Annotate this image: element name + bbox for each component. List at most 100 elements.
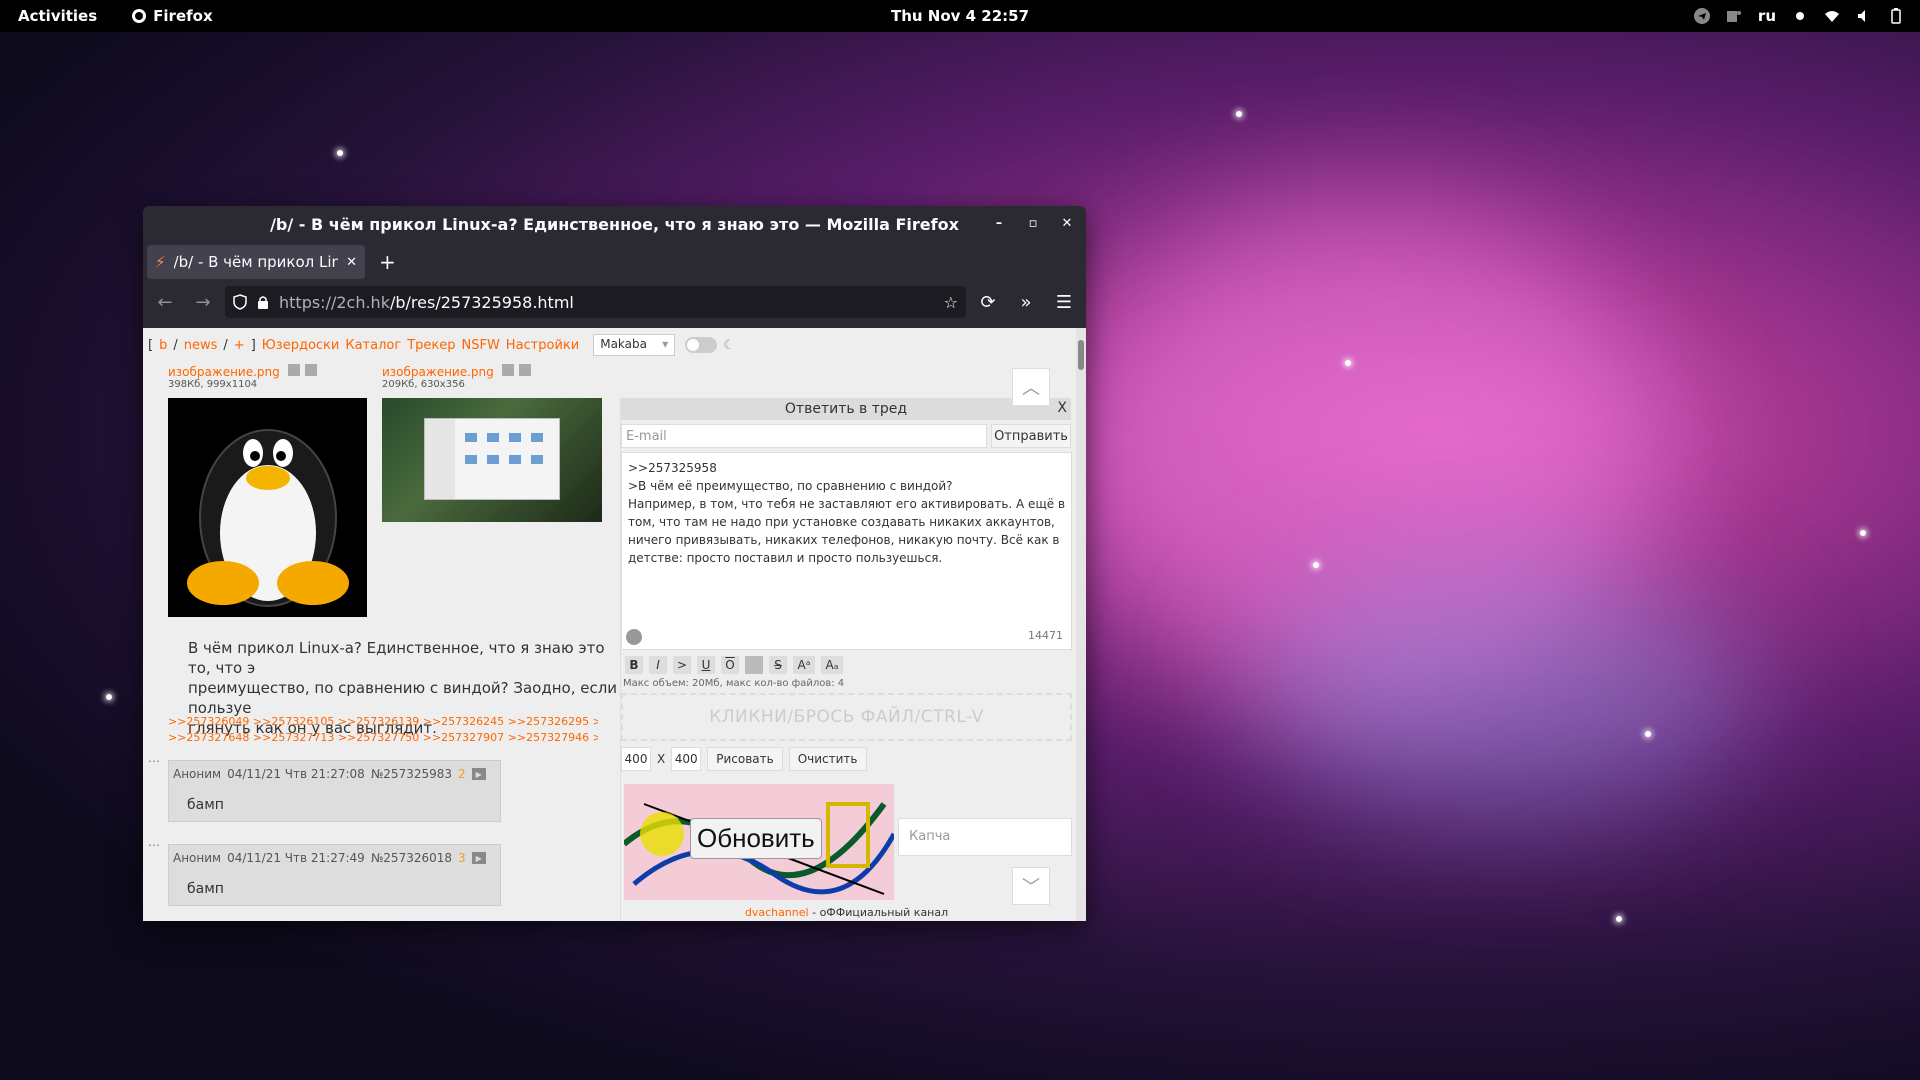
app-menu[interactable]: Firefox — [131, 7, 213, 25]
close-window-button[interactable]: ✕ — [1056, 212, 1078, 234]
theme-toggle[interactable] — [685, 337, 718, 353]
post-index: 2 — [458, 767, 466, 781]
board-link-plus[interactable]: + — [234, 338, 245, 353]
post-number[interactable]: №257325983 — [371, 767, 452, 781]
clear-button[interactable]: Очистить — [788, 747, 867, 771]
spoiler-button[interactable] — [745, 656, 763, 674]
minimize-button[interactable]: – — [988, 212, 1010, 234]
post-menu-icon[interactable]: ⋯ — [148, 838, 160, 852]
scroll-up-button[interactable]: ︿ — [1012, 368, 1050, 406]
strike-button[interactable]: S — [769, 656, 787, 674]
close-tab-icon[interactable]: ✕ — [346, 255, 357, 270]
quote-button[interactable]: > — [673, 656, 691, 674]
favicon-icon: ⚡ — [155, 253, 166, 271]
brightness-icon[interactable] — [1792, 8, 1808, 24]
overflow-menu-button[interactable]: » — [1010, 286, 1042, 318]
new-tab-button[interactable]: + — [379, 250, 396, 274]
separator: / — [223, 337, 228, 353]
smile-icon[interactable] — [626, 629, 642, 645]
separator: / — [173, 337, 178, 353]
overline-button[interactable]: O — [721, 656, 739, 674]
back-button[interactable]: ← — [149, 286, 181, 318]
desktop-screenshot-image[interactable] — [382, 398, 602, 522]
shield-icon[interactable] — [233, 294, 247, 310]
style-select[interactable]: Makaba ▾ — [593, 334, 676, 356]
message-line: том, что там не надо при установке созда… — [628, 515, 1055, 529]
email-field[interactable]: E-mail — [621, 424, 987, 448]
download-icon[interactable] — [519, 364, 532, 376]
reply-form-title: Ответить в тред — [784, 401, 908, 417]
nav-link-catalog[interactable]: Каталог — [345, 338, 401, 353]
bookmark-star-icon[interactable]: ☆ — [944, 293, 958, 312]
nav-link-settings[interactable]: Настройки — [506, 338, 579, 353]
scroll-down-button[interactable]: ﹀ — [1012, 867, 1050, 905]
hamburger-menu-button[interactable]: ☰ — [1048, 286, 1080, 318]
underline-button[interactable]: U — [697, 656, 715, 674]
draw-controls: 400 X 400 Рисовать Очистить — [621, 747, 1071, 771]
reply-form-close-button[interactable]: X — [1057, 400, 1067, 416]
tab-thread[interactable]: ⚡ /b/ - В чём прикол Linux-а? ✕ — [147, 245, 365, 279]
file-drop-zone[interactable]: КЛИКНИ/БРОСЬ ФАЙЛ/CTRL-V — [621, 693, 1072, 741]
search-icon[interactable] — [501, 364, 514, 376]
send-button[interactable]: Отправить — [991, 424, 1071, 448]
maximize-button[interactable]: ▫ — [1022, 212, 1044, 234]
battery-icon[interactable] — [1888, 8, 1904, 24]
reload-button[interactable]: ⟳ — [972, 286, 1004, 318]
chevron-down-icon: ▾ — [662, 337, 669, 351]
captcha-refresh-button[interactable]: Обновить — [690, 818, 822, 859]
op-replies[interactable]: >>257326049 >>257326105 >>257326139 >>25… — [168, 714, 598, 746]
post-author: Аноним — [173, 851, 222, 865]
post: Аноним 04/11/21 Чтв 21:27:08 №257325983 … — [168, 760, 501, 822]
post-menu-icon[interactable]: ⋯ — [148, 754, 160, 768]
play-icon[interactable]: ▶ — [471, 852, 486, 864]
file-meta-2: 209Кб, 630x356 — [382, 379, 465, 390]
draw-button[interactable]: Рисовать — [707, 747, 783, 771]
telegram-icon[interactable] — [1693, 8, 1710, 24]
url-bar[interactable]: https://2ch.hk/b/res/257325958.html ☆ — [225, 286, 966, 318]
char-counter: 14471 — [1028, 629, 1063, 642]
captcha-image[interactable]: Обновить — [624, 784, 894, 900]
superscript-button[interactable]: Aᵃ — [793, 656, 815, 674]
scrollbar-thumb[interactable] — [1078, 340, 1084, 370]
replies-line[interactable]: >>257327648 >>257327713 >>257327750 >>25… — [168, 730, 598, 746]
volume-icon[interactable] — [1856, 8, 1872, 24]
star — [106, 694, 112, 700]
nav-link-userboards[interactable]: Юзердоски — [262, 338, 340, 353]
captcha-input[interactable]: Капча — [898, 818, 1072, 856]
star — [1313, 562, 1319, 568]
subscript-button[interactable]: Aₐ — [821, 656, 843, 674]
keyboard-layout[interactable]: ru — [1758, 7, 1776, 25]
bold-button[interactable]: B — [625, 656, 643, 674]
clock[interactable]: Thu Nov 4 22:57 — [891, 7, 1029, 25]
post-number[interactable]: №257326018 — [371, 851, 452, 865]
reply-form-header[interactable]: Ответить в тред X — [621, 398, 1071, 420]
lock-icon[interactable] — [257, 295, 269, 309]
message-textarea[interactable]: >>257325958 >В чём её преимущество, по с… — [621, 452, 1072, 650]
channel-link[interactable]: dvachannel — [745, 906, 809, 919]
board-link-b[interactable]: b — [159, 338, 167, 353]
wallpaper-glow — [1250, 560, 1750, 820]
post-date: 04/11/21 Чтв 21:27:08 — [227, 767, 365, 781]
tux-image[interactable] — [168, 398, 367, 617]
file-info-2: изображение.png 209Кб, 630x356 — [382, 364, 532, 390]
moon-icon[interactable]: ☾ — [723, 338, 735, 353]
activities-button[interactable]: Activities — [18, 7, 97, 25]
draw-width-input[interactable]: 400 — [621, 747, 651, 771]
nav-link-tracker[interactable]: Трекер — [407, 338, 455, 353]
file-name-1[interactable]: изображение.png — [168, 365, 280, 379]
page-content: [ b / news / + ] Юзердоски Каталог Треке… — [143, 328, 1086, 921]
nav-link-nsfw[interactable]: NSFW — [461, 338, 499, 353]
window-titlebar[interactable]: /b/ - В чём прикол Linux-а? Единственное… — [143, 206, 1086, 242]
wifi-icon[interactable] — [1824, 8, 1840, 24]
scrollbar[interactable] — [1076, 328, 1086, 921]
play-icon[interactable]: ▶ — [471, 768, 486, 780]
replies-line[interactable]: >>257326049 >>257326105 >>257326139 >>25… — [168, 714, 598, 730]
draw-height-input[interactable]: 400 — [671, 747, 702, 771]
download-icon[interactable] — [305, 364, 318, 376]
teams-icon[interactable] — [1726, 8, 1742, 24]
search-icon[interactable] — [287, 364, 300, 376]
forward-button[interactable]: → — [187, 286, 219, 318]
italic-button[interactable]: I — [649, 656, 667, 674]
board-link-news[interactable]: news — [184, 338, 218, 353]
file-name-2[interactable]: изображение.png — [382, 365, 494, 379]
